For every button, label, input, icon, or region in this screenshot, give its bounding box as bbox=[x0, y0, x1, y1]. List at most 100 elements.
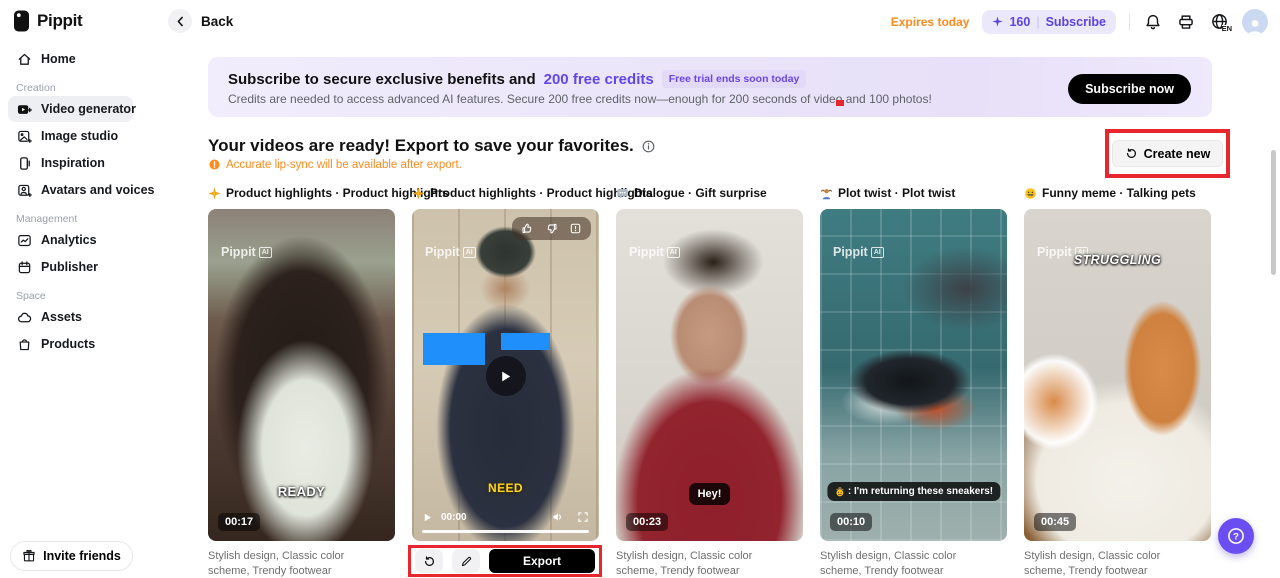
credits-subscribe-pill[interactable]: 160 | Subscribe bbox=[982, 10, 1116, 34]
video-card: Product highlights · Product highlights … bbox=[208, 186, 395, 578]
invite-friends-button[interactable]: Invite friends bbox=[10, 541, 133, 571]
info-icon[interactable] bbox=[641, 139, 656, 154]
gift-icon bbox=[22, 549, 36, 563]
video-player[interactable]: Pippit AI NEED 00:00 bbox=[412, 209, 599, 541]
pill-divider: | bbox=[1036, 15, 1039, 29]
video-card-title: Plot twist · Plot twist bbox=[838, 186, 955, 200]
sidebar-item-products[interactable]: Products bbox=[8, 331, 133, 357]
video-thumbnail[interactable]: Pippit AI Hey! 00:23 bbox=[616, 209, 803, 541]
duration-badge: 00:45 bbox=[1034, 513, 1076, 531]
export-button[interactable]: Export bbox=[489, 549, 595, 573]
back-button[interactable]: Back bbox=[168, 9, 233, 33]
video-card-selected: Product highlights · Product highlights … bbox=[412, 186, 599, 578]
video-description: Stylish design, Classic color scheme, Tr… bbox=[208, 549, 395, 578]
lip-sync-notice: Accurate lip-sync will be available afte… bbox=[208, 158, 462, 171]
chevron-left-icon bbox=[168, 9, 192, 33]
sidebar-item-image-studio[interactable]: Image studio bbox=[8, 123, 133, 149]
sidebar-item-label: Products bbox=[41, 337, 95, 351]
watermark: Pippit AI bbox=[425, 245, 476, 259]
notifications-bell-icon[interactable] bbox=[1143, 12, 1163, 32]
invite-friends-label: Invite friends bbox=[43, 549, 121, 563]
watermark: Pippit AI bbox=[629, 245, 680, 259]
sidebar-item-analytics[interactable]: Analytics bbox=[8, 227, 133, 253]
video-caption: : I'm returning these sneakers! bbox=[827, 482, 1000, 501]
svg-text:?: ? bbox=[1233, 531, 1239, 542]
edit-pencil-button[interactable] bbox=[452, 549, 480, 573]
duration-badge: 00:10 bbox=[830, 513, 872, 531]
sidebar-item-inspiration[interactable]: Inspiration bbox=[8, 150, 133, 176]
fullscreen-icon[interactable] bbox=[577, 511, 589, 523]
video-description: Stylish design, Classic color scheme, Tr… bbox=[1024, 549, 1211, 578]
video-results-grid: Product highlights · Product highlights … bbox=[208, 186, 1211, 578]
language-globe-icon[interactable]: EN bbox=[1209, 12, 1229, 32]
watermark-ai-badge: AI bbox=[463, 247, 476, 258]
banner-subtitle: Credits are needed to access advanced AI… bbox=[228, 92, 1192, 106]
banner-title: Subscribe to secure exclusive benefits a… bbox=[228, 71, 536, 88]
player-time: 00:00 bbox=[441, 512, 467, 523]
create-new-label: Create new bbox=[1144, 147, 1211, 161]
language-code: EN bbox=[1222, 25, 1232, 33]
volume-icon[interactable] bbox=[551, 510, 565, 524]
pippit-logo-icon bbox=[13, 10, 30, 32]
caption-selection-highlight bbox=[501, 333, 550, 350]
scrollbar-thumb[interactable] bbox=[1271, 150, 1276, 275]
feedback-pill bbox=[512, 217, 591, 240]
video-thumbnail[interactable]: Pippit AI STRUGGLING 00:45 bbox=[1024, 209, 1211, 541]
sparkler-emoji-icon bbox=[412, 187, 425, 200]
player-controls: 00:00 bbox=[422, 509, 589, 525]
app-window: Pippit Home Creation Video generator Ima… bbox=[0, 0, 1280, 578]
watermark: Pippit AI bbox=[833, 245, 884, 259]
annotation-red-dot bbox=[836, 100, 844, 106]
refresh-icon bbox=[1125, 147, 1138, 160]
sidebar-item-video-generator[interactable]: Video generator bbox=[8, 96, 133, 122]
sidebar-item-label: Avatars and voices bbox=[41, 183, 154, 197]
image-studio-icon bbox=[16, 128, 32, 144]
sidebar-item-home[interactable]: Home bbox=[8, 46, 133, 72]
report-icon[interactable] bbox=[569, 222, 582, 235]
video-caption: STRUGGLING bbox=[1024, 253, 1211, 267]
avatars-voices-icon bbox=[16, 182, 32, 198]
watermark-text: Pippit bbox=[221, 245, 256, 259]
annotation-red-box-export-toolbar: Export bbox=[408, 545, 602, 577]
credit-star-icon bbox=[992, 16, 1003, 27]
video-thumbnail[interactable]: Pippit AI READY 00:17 bbox=[208, 209, 395, 541]
sidebar-item-label: Image studio bbox=[41, 129, 118, 143]
lip-sync-notice-text: Accurate lip-sync will be available afte… bbox=[226, 159, 462, 171]
assets-cloud-icon bbox=[16, 309, 32, 325]
sidebar-nav: Home Creation Video generator Image stud… bbox=[8, 46, 160, 358]
speech-balloon-emoji-icon bbox=[616, 187, 629, 200]
user-avatar[interactable] bbox=[1242, 9, 1268, 35]
help-button[interactable]: ? bbox=[1218, 518, 1254, 554]
sidebar-item-assets[interactable]: Assets bbox=[8, 304, 133, 330]
create-new-button[interactable]: Create new bbox=[1112, 140, 1224, 167]
thumbs-up-icon[interactable] bbox=[521, 222, 534, 235]
regenerate-button[interactable] bbox=[415, 549, 443, 573]
annotation-red-box-create-new: Create new bbox=[1105, 129, 1230, 178]
video-card: Plot twist · Plot twist Pippit AI : I'm … bbox=[820, 186, 1007, 578]
video-caption: READY bbox=[208, 484, 395, 499]
sidebar-item-publisher[interactable]: Publisher bbox=[8, 254, 133, 280]
video-card: Funny meme · Talking pets Pippit AI STRU… bbox=[1024, 186, 1211, 578]
printer-icon[interactable] bbox=[1176, 12, 1196, 32]
publisher-icon bbox=[16, 259, 32, 275]
thumbs-down-icon[interactable] bbox=[545, 222, 558, 235]
sparkler-emoji-icon bbox=[208, 187, 221, 200]
video-description: Stylish design, Classic color scheme, Tr… bbox=[616, 549, 803, 578]
video-card-title: Funny meme · Talking pets bbox=[1042, 186, 1196, 200]
player-progress-bar[interactable] bbox=[422, 530, 589, 533]
play-button[interactable] bbox=[486, 356, 526, 396]
video-thumbnail[interactable]: Pippit AI : I'm returning these sneakers… bbox=[820, 209, 1007, 541]
watermark-text: Pippit bbox=[833, 245, 868, 259]
brand-name: Pippit bbox=[37, 11, 82, 31]
watermark: Pippit AI bbox=[221, 245, 272, 259]
video-card: Dialogue · Gift surprise Pippit AI Hey! … bbox=[616, 186, 803, 578]
warning-icon bbox=[208, 158, 221, 171]
sidebar-item-avatars-and-voices[interactable]: Avatars and voices bbox=[8, 177, 133, 203]
player-play-icon[interactable] bbox=[422, 512, 433, 523]
subscribe-label: Subscribe bbox=[1046, 15, 1106, 29]
subscribe-now-button[interactable]: Subscribe now bbox=[1068, 74, 1191, 104]
sidebar-item-label: Assets bbox=[41, 310, 82, 324]
person-shrugging-emoji-icon bbox=[820, 187, 833, 200]
pippit-logo[interactable]: Pippit bbox=[13, 10, 82, 32]
expires-label: Expires today bbox=[891, 15, 970, 29]
